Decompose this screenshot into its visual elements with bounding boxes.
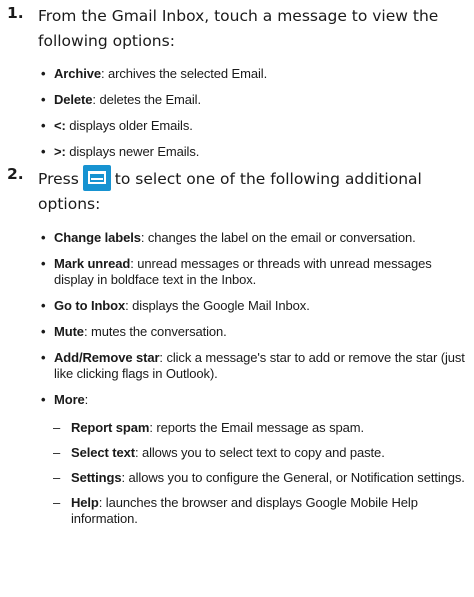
option-term: <: <box>54 118 66 133</box>
bullet-icon: • <box>41 66 46 81</box>
option-term: More <box>54 392 85 407</box>
option-desc: : <box>84 392 89 407</box>
option-desc: : allows you to configure the General, o… <box>121 470 465 485</box>
list-item: • Go to Inbox: displays the Google Mail … <box>41 298 468 314</box>
sub-list-item: – Settings: allows you to configure the … <box>53 470 468 486</box>
bullet-icon: • <box>41 350 46 365</box>
list-item: • <: displays older Emails. <box>41 118 468 134</box>
bullet-icon: • <box>41 92 46 107</box>
option-desc: : deletes the Email. <box>92 92 201 107</box>
option-desc: displays older Emails. <box>65 118 193 133</box>
menu-icon <box>82 165 111 191</box>
option-term: Help <box>71 495 99 510</box>
bullet-icon: • <box>41 118 46 133</box>
sub-list-item: – Select text: allows you to select text… <box>53 445 468 461</box>
step-text: Press to select one of the following addi… <box>38 165 468 217</box>
step-number: 2. <box>7 165 24 183</box>
list-item: • Change labels: changes the label on th… <box>41 230 468 246</box>
bullet-icon: • <box>41 298 46 313</box>
sub-list-item: – Report spam: reports the Email message… <box>53 420 468 436</box>
step-number: 1. <box>7 4 24 22</box>
list-item: • Archive: archives the selected Email. <box>41 66 468 82</box>
option-term: Change labels <box>54 230 141 245</box>
dash-icon: – <box>53 445 61 460</box>
bullet-icon: • <box>41 256 46 271</box>
bullet-icon: • <box>41 324 46 339</box>
bullet-icon: • <box>41 230 46 245</box>
dash-icon: – <box>53 420 61 435</box>
option-term: Add/Remove star <box>54 350 160 365</box>
dash-icon: – <box>53 470 61 485</box>
option-term: Mark unread <box>54 256 131 271</box>
option-term: Settings <box>71 470 122 485</box>
option-desc: : archives the selected Email. <box>101 66 268 81</box>
option-term: Delete <box>54 92 93 107</box>
step-text-before: Press <box>38 170 79 188</box>
list-item: • More: <box>41 392 468 408</box>
option-desc: : changes the label on the email or conv… <box>140 230 416 245</box>
option-desc: : reports the Email message as spam. <box>149 420 364 435</box>
step-text: From the Gmail Inbox, touch a message to… <box>38 7 439 50</box>
option-desc: : allows you to select text to copy and … <box>134 445 385 460</box>
list-item: • Mark unread: unread messages or thread… <box>41 256 468 288</box>
option-term: Mute <box>54 324 84 339</box>
bullet-icon: • <box>41 144 46 159</box>
sub-list-item: – Help: launches the browser and display… <box>53 495 468 527</box>
bullet-icon: • <box>41 392 46 407</box>
option-term: Archive <box>54 66 101 81</box>
option-desc: : launches the browser and displays Goog… <box>71 495 418 526</box>
option-desc: displays newer Emails. <box>65 144 200 159</box>
option-term: Go to Inbox <box>54 298 126 313</box>
list-item: • Add/Remove star: click a message's sta… <box>41 350 468 382</box>
list-item: • Delete: deletes the Email. <box>41 92 468 108</box>
option-term: Report spam <box>71 420 150 435</box>
list-item: • >: displays newer Emails. <box>41 144 468 160</box>
dash-icon: – <box>53 495 61 510</box>
list-item: • Mute: mutes the conversation. <box>41 324 468 340</box>
option-desc: : mutes the conversation. <box>83 324 227 339</box>
option-desc: : displays the Google Mail Inbox. <box>125 298 310 313</box>
option-term: Select text <box>71 445 135 460</box>
option-term: >: <box>54 144 66 159</box>
